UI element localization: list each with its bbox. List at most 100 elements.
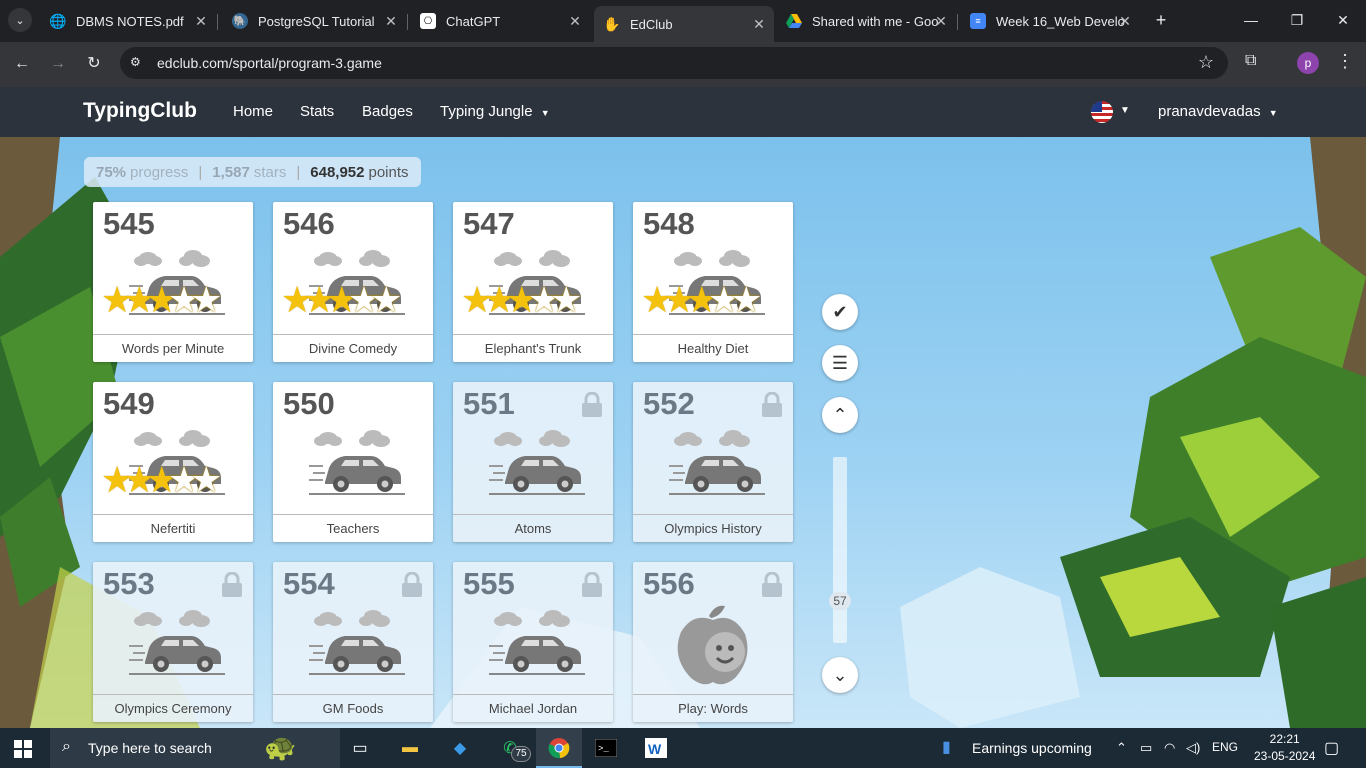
lesson-title: Nefertiti	[93, 514, 253, 542]
system-clock[interactable]: 22:21 23-05-2024	[1254, 731, 1315, 765]
lesson-card-548[interactable]: 548 ★ ★ ★ ★ ★ Healthy Diet	[633, 202, 793, 362]
globe-icon: 🌐	[49, 12, 67, 29]
nav-typing-jungle[interactable]: Typing Jungle ▼	[440, 103, 550, 120]
lesson-card-552[interactable]: 552 Olympics History	[633, 382, 793, 542]
game-area: 75% progress | 1,587 stars | 648,952 points…	[0, 137, 1366, 728]
language-indicator[interactable]: ENG	[1212, 740, 1238, 754]
wifi-icon[interactable]: ◠	[1164, 740, 1175, 756]
close-icon[interactable]: ✕	[192, 12, 210, 30]
nav-badges[interactable]: Badges	[362, 103, 413, 120]
lesson-card-547[interactable]: 547 ★ ★ ★ ★ ★ Elephant's Trunk	[453, 202, 613, 362]
extensions-icon[interactable]: ⧉	[1245, 52, 1256, 70]
clock-time: 22:21	[1269, 732, 1300, 746]
tab-title: DBMS NOTES.pdf	[76, 13, 184, 29]
lesson-number: 546	[283, 206, 335, 241]
forward-button[interactable]: →	[46, 52, 70, 76]
browser-menu-icon[interactable]: ⋮	[1336, 51, 1354, 72]
tab-title: ChatGPT	[446, 13, 501, 29]
search-placeholder: Type here to search	[88, 740, 212, 756]
back-button[interactable]: ←	[10, 52, 34, 76]
lesson-card-554[interactable]: 554 GM Foods	[273, 562, 433, 722]
scroll-up-chevron-icon[interactable]: ⌃	[822, 397, 858, 433]
lesson-card-553[interactable]: 553 Olympics Ceremony	[93, 562, 253, 722]
lesson-number: 547	[463, 206, 515, 241]
minimize-button[interactable]: —	[1228, 8, 1274, 32]
lesson-card-556[interactable]: 556 Play: Words	[633, 562, 793, 722]
site-logo[interactable]: TypingClub	[83, 99, 197, 123]
chrome-icon[interactable]	[545, 734, 573, 762]
star-empty-icon: ★	[190, 279, 223, 320]
tray-chevron-up-icon[interactable]: ⌃	[1116, 740, 1127, 756]
lesson-card-549[interactable]: 549 ★ ★ ★ ★ ★ Nefertiti	[93, 382, 253, 542]
lock-icon	[761, 571, 783, 603]
lesson-scrollbar[interactable]	[833, 457, 847, 643]
profile-avatar[interactable]: p	[1297, 52, 1319, 74]
checklist-icon[interactable]: ✔	[822, 294, 858, 330]
tab-chatgpt[interactable]: ⎔ ChatGPT ✕	[410, 6, 590, 36]
lesson-number: 552	[643, 386, 695, 421]
reload-button[interactable]: ↻	[82, 52, 106, 76]
lesson-number: 548	[643, 206, 695, 241]
site-info-icon[interactable]: ⚙	[130, 55, 146, 71]
user-menu[interactable]: pranavdevadas ▼	[1158, 103, 1278, 120]
site-header: TypingClub Home Stats Badges Typing Jung…	[0, 87, 1366, 137]
volume-icon[interactable]: ◁)	[1186, 740, 1200, 756]
lesson-number: 553	[103, 566, 155, 601]
bookmark-star-icon[interactable]: ☆	[1198, 52, 1214, 73]
restore-button[interactable]: ❐	[1274, 8, 1320, 32]
star-rating: ★ ★ ★ ★ ★	[461, 282, 582, 318]
close-icon[interactable]: ✕	[932, 12, 950, 30]
tab-edclub[interactable]: ✋ EdClub ✕	[594, 6, 774, 42]
terminal-icon[interactable]: >_	[592, 734, 620, 762]
scroll-position-indicator[interactable]: 57	[829, 592, 851, 610]
lesson-card-546[interactable]: 546 ★ ★ ★ ★ ★ Divine Comedy	[273, 202, 433, 362]
word-app-icon[interactable]: W	[642, 734, 670, 762]
tab-dbms-notes[interactable]: 🌐 DBMS NOTES.pdf ✕	[40, 6, 216, 36]
vscode-icon[interactable]: ◆	[446, 734, 474, 762]
lesson-title: Michael Jordan	[453, 694, 613, 722]
star-empty-icon: ★	[370, 279, 403, 320]
menu-icon[interactable]: ☰	[822, 345, 858, 381]
close-icon[interactable]: ✕	[566, 12, 584, 30]
url-text[interactable]: edclub.com/sportal/program-3.game	[157, 55, 382, 71]
tab-postgresql-tutorial[interactable]: 🐘 PostgreSQL Tutorial ✕	[222, 6, 406, 36]
address-bar[interactable]: ⚙ edclub.com/sportal/program-3.game ☆	[120, 47, 1228, 79]
us-flag-icon[interactable]	[1091, 101, 1113, 123]
browser-tabstrip: ⌄ 🌐 DBMS NOTES.pdf ✕ 🐘 PostgreSQL Tutori…	[0, 0, 1366, 42]
tab-title: Week 16_Web Develo	[996, 13, 1125, 29]
close-icon[interactable]: ✕	[750, 15, 768, 33]
nav-stats[interactable]: Stats	[300, 103, 334, 120]
lesson-card-550[interactable]: 550 Teachers	[273, 382, 433, 542]
news-widget-icon[interactable]: ▮	[942, 737, 951, 757]
battery-icon[interactable]: ▭	[1140, 740, 1152, 756]
tab-google-drive[interactable]: Shared with me - Goo ✕	[776, 6, 956, 36]
scroll-down-chevron-icon[interactable]: ⌄	[822, 657, 858, 693]
notifications-icon[interactable]: ▢	[1324, 738, 1339, 758]
car-illustration	[453, 422, 613, 514]
new-tab-button[interactable]: +	[1150, 9, 1172, 31]
star-rating: ★ ★ ★ ★ ★	[281, 282, 402, 318]
star-rating: ★ ★ ★ ★ ★	[101, 462, 222, 498]
tab-title: Shared with me - Goo	[812, 13, 939, 29]
caret-down-icon: ▼	[540, 108, 550, 118]
divider: |	[198, 163, 203, 181]
file-explorer-icon[interactable]: ▬	[396, 734, 424, 762]
taskbar-search-box[interactable]: ⌕ Type here to search 🐢	[50, 728, 340, 768]
news-widget-text[interactable]: Earnings upcoming	[972, 740, 1092, 756]
windows-taskbar: ⌕ Type here to search 🐢 ▭ ▬ ◆ ✆ >_ W ▮ E…	[0, 728, 1366, 768]
browser-toolbar: ← → ↻ ⚙ edclub.com/sportal/program-3.gam…	[0, 42, 1366, 87]
lesson-card-551[interactable]: 551 Atoms	[453, 382, 613, 542]
lesson-card-555[interactable]: 555 Michael Jordan	[453, 562, 613, 722]
windows-start-icon[interactable]	[14, 740, 32, 758]
close-window-button[interactable]: ✕	[1320, 8, 1366, 32]
google-docs-icon: ≡	[970, 13, 986, 29]
nav-home[interactable]: Home	[233, 103, 273, 120]
task-view-icon[interactable]: ▭	[346, 734, 374, 762]
caret-down-icon[interactable]: ▼	[1120, 105, 1130, 116]
tab-search-chevron-icon[interactable]: ⌄	[8, 8, 32, 32]
close-icon[interactable]: ✕	[382, 12, 400, 30]
lesson-card-545[interactable]: 545 ★ ★ ★ ★ ★ Words per Minute	[93, 202, 253, 362]
divider: |	[296, 163, 301, 181]
tab-google-docs[interactable]: ≡ Week 16_Web Develo ✕	[960, 6, 1140, 36]
close-icon[interactable]: ✕	[1116, 12, 1134, 30]
